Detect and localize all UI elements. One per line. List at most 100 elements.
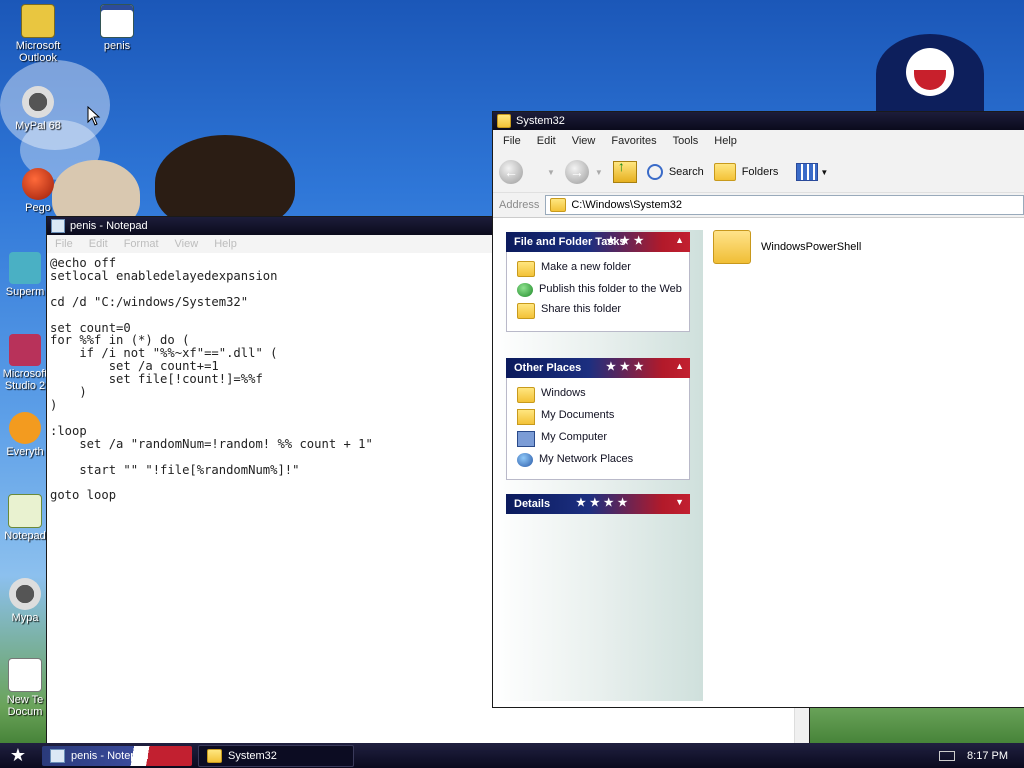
explorer-menu-view[interactable]: View [564,135,604,147]
system-tray: 8:17 PM [904,743,1024,768]
explorer-menu-file[interactable]: File [495,135,529,147]
clock[interactable]: 8:17 PM [967,750,1008,762]
notepad-menu-help[interactable]: Help [206,238,245,250]
everything-icon [9,412,41,444]
visual-studio-icon [9,334,41,366]
file-item-name: WindowsPowerShell [761,241,862,253]
desktop-icon-pego[interactable]: Pego [0,168,76,214]
other-places-panel: Other Places ★★★ ▲ Windows My Documents … [506,358,690,480]
new-folder-icon [517,261,535,277]
taskbar: ★ penis - Notepad System32 8:17 PM [0,743,1024,768]
globe-icon [517,283,533,297]
address-field[interactable]: C:\Windows\System32 [545,195,1024,215]
file-folder-tasks-panel: File and Folder Tasks ★★★ ▲ Make a new f… [506,232,690,332]
notepad-icon [50,748,65,763]
desktop-icon-visual-studio[interactable]: Microsoft Studio 2 [0,334,50,392]
task-pane: File and Folder Tasks ★★★ ▲ Make a new f… [493,230,703,701]
publish-folder-link[interactable]: Publish this folder to the Web [517,283,689,297]
back-arrow-icon: ← [499,160,523,184]
folders-button[interactable]: Folders [713,163,779,181]
notepad-menu-view[interactable]: View [167,238,207,250]
search-button[interactable]: Search [646,164,704,180]
stars-decoration: ★★★ [606,235,648,247]
notepad-icon [51,219,65,233]
collapse-chevron-icon[interactable]: ▲ [675,361,684,371]
collapse-chevron-icon[interactable]: ▲ [675,235,684,245]
explorer-toolbar: ← ▼ → ▼ ↑ Search Folders ▼ [493,152,1024,193]
back-dropdown-icon: ▼ [547,167,555,177]
views-dropdown-icon: ▼ [820,167,829,177]
mypal-icon [9,578,41,610]
address-path: C:\Windows\System32 [571,199,683,211]
forward-dropdown-icon: ▼ [594,167,603,177]
keyboard-icon[interactable] [939,750,956,761]
outlook-icon [21,4,55,38]
stars-decoration: ★★★ [606,361,648,373]
desktop-icon-outlook[interactable]: Microsoft Outlook [0,4,76,64]
up-folder-icon: ↑ [612,158,637,183]
folder-icon [713,230,751,264]
forward-arrow-icon: → [564,160,589,184]
other-places-header[interactable]: Other Places ★★★ ▲ [506,358,690,378]
explorer-window[interactable]: System32 File Edit View Favorites Tools … [493,112,1024,707]
desktop-icon-superm[interactable]: Superm [0,252,50,298]
mypal-icon [22,86,54,118]
folders-icon [713,163,736,181]
taskbar-item-system32[interactable]: System32 [198,744,354,767]
back-button[interactable]: ← ▼ [499,160,555,184]
explorer-menu-edit[interactable]: Edit [529,135,564,147]
forward-button[interactable]: → ▼ [564,160,603,184]
up-folder-button[interactable]: ↑ [612,158,637,183]
folder-icon [550,198,567,212]
details-header[interactable]: Details ★★★★ ▼ [506,494,690,514]
obama-logo [876,34,984,114]
batch-file-icon [100,4,134,38]
notepad-menu-file[interactable]: File [47,238,81,250]
desktop-icon-penis[interactable]: penis [79,4,155,52]
taskbar-item-notepad[interactable]: penis - Notepad [42,745,192,766]
folder-icon [497,114,511,128]
share-folder-link[interactable]: Share this folder [517,303,689,319]
file-item-windowspowershell[interactable]: WindowsPowerShell [713,230,861,264]
my-documents-icon [517,409,535,425]
notepad-menu-format[interactable]: Format [116,238,167,250]
place-my-computer-link[interactable]: My Computer [517,431,689,447]
folder-icon [517,387,535,403]
share-folder-icon [517,303,535,319]
details-panel: Details ★★★★ ▼ [506,494,690,514]
stars-decoration: ★★★★ [576,497,632,509]
place-my-documents-link[interactable]: My Documents [517,409,689,425]
star-icon: ★ [9,745,27,765]
notepad-icon [8,494,42,528]
desktop-icon-mypal[interactable]: MyPal 68 [0,86,76,132]
explorer-menubar: File Edit View Favorites Tools Help [493,130,1024,152]
my-computer-icon [517,431,535,447]
network-places-icon [517,453,533,467]
search-icon [646,164,663,180]
make-new-folder-link[interactable]: Make a new folder [517,261,689,277]
text-document-icon [8,658,42,692]
explorer-menu-help[interactable]: Help [706,135,745,147]
place-my-network-places-link[interactable]: My Network Places [517,453,689,467]
views-icon [796,163,819,181]
file-folder-tasks-header[interactable]: File and Folder Tasks ★★★ ▲ [506,232,690,252]
mouse-cursor [87,106,101,126]
expand-chevron-icon[interactable]: ▼ [675,497,684,507]
explorer-menu-tools[interactable]: Tools [665,135,707,147]
notepad-menu-edit[interactable]: Edit [81,238,116,250]
explorer-titlebar[interactable]: System32 [493,112,1024,130]
desktop-icon-notepad[interactable]: Notepad [0,494,50,542]
search-label: Search [668,166,704,178]
folder-icon [207,748,222,763]
notepad-title: penis - Notepad [70,220,148,232]
start-button[interactable]: ★ [0,743,36,768]
desktop-icon-everything[interactable]: Everyth [0,412,50,458]
folders-label: Folders [741,166,779,178]
views-button[interactable]: ▼ [796,163,828,181]
pego-icon [22,168,54,200]
desktop-icon-mypal-2[interactable]: Mypa [0,578,50,624]
explorer-menu-favorites[interactable]: Favorites [603,135,664,147]
address-bar: Address C:\Windows\System32 [493,193,1024,218]
desktop-icon-new-text-document[interactable]: New Te Docum [0,658,50,718]
place-windows-link[interactable]: Windows [517,387,689,403]
